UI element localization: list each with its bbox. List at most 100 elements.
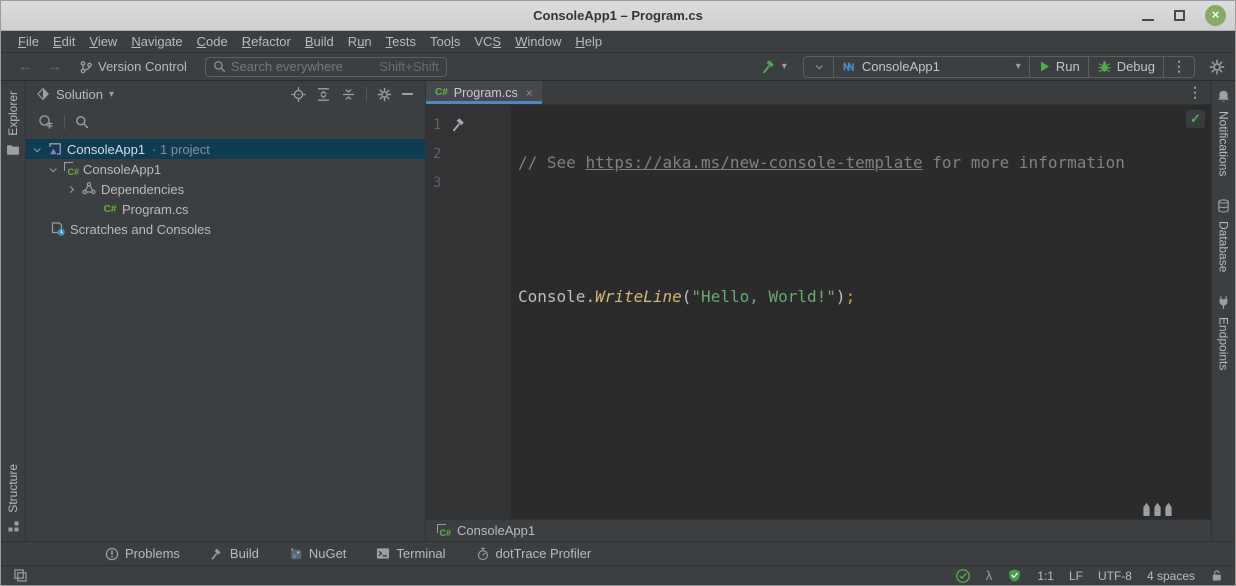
line-number: 1 <box>433 117 441 133</box>
tool-window-terminal-button[interactable]: Terminal <box>376 546 445 561</box>
build-solution-button[interactable]: ▾ <box>761 58 787 75</box>
debug-button[interactable]: Debug <box>1088 57 1163 77</box>
caret-position[interactable]: 1:1 <box>1037 569 1054 583</box>
file-encoding[interactable]: UTF-8 <box>1098 569 1132 583</box>
menu-edit[interactable]: Edit <box>46 34 82 49</box>
search-everywhere-box[interactable]: Search everywhere Shift+Shift <box>205 57 447 77</box>
run-gutter-hammer-icon[interactable] <box>451 116 468 133</box>
menu-tests[interactable]: Tests <box>379 34 423 49</box>
solution-icon <box>47 141 63 157</box>
highlighting-shield-icon[interactable] <box>1007 568 1022 583</box>
lambda-indicator-icon[interactable]: λ <box>986 568 993 583</box>
tree-item-label: ConsoleApp1 <box>83 162 161 177</box>
code-editor[interactable]: 1 2 3 // See https://aka.ms/new-console-… <box>426 105 1211 519</box>
structure-icon <box>7 520 20 533</box>
tree-item-project[interactable]: C# ConsoleApp1 <box>26 159 425 179</box>
breadcrumb: C# ConsoleApp1 <box>426 519 1211 541</box>
menu-file[interactable]: File <box>11 34 46 49</box>
csharp-file-icon: C# <box>102 201 118 217</box>
tree-item-dependencies[interactable]: Dependencies <box>26 179 425 199</box>
hammer-icon <box>761 58 778 75</box>
back-icon[interactable]: ← <box>11 58 40 75</box>
menu-view[interactable]: View <box>82 34 124 49</box>
tab-program-cs[interactable]: C# Program.cs × <box>426 81 542 104</box>
endpoints-icon <box>1216 295 1231 310</box>
expand-all-icon[interactable] <box>316 87 331 102</box>
menu-build[interactable]: Build <box>298 34 341 49</box>
menu-help[interactable]: Help <box>568 34 609 49</box>
tool-window-dottrace-button[interactable]: dotTrace Profiler <box>476 546 592 561</box>
panel-settings-gear-icon[interactable] <box>377 87 392 102</box>
menu-code[interactable]: Code <box>190 34 235 49</box>
divider <box>64 115 65 129</box>
menu-run[interactable]: Run <box>341 34 379 49</box>
inspections-ok-icon[interactable]: ✓ <box>1186 110 1205 128</box>
endpoints-stripe-label: Endpoints <box>1217 317 1231 370</box>
explorer-toolbar <box>26 107 425 137</box>
menu-tools[interactable]: Tools <box>423 34 467 49</box>
menu-navigate[interactable]: Navigate <box>124 34 189 49</box>
code-line <box>518 215 1211 244</box>
menu-refactor[interactable]: Refactor <box>235 34 298 49</box>
line-separator[interactable]: LF <box>1069 569 1083 583</box>
tool-window-nuget-button[interactable]: NuGet <box>289 546 347 561</box>
settings-gear-icon[interactable] <box>1209 59 1225 75</box>
indent-setting[interactable]: 4 spaces <box>1147 569 1195 583</box>
title-bar[interactable]: ConsoleApp1 – Program.cs × <box>1 1 1235 31</box>
explorer-header: Solution ▾ <box>26 81 425 107</box>
tool-windows-toggle-icon[interactable] <box>13 568 28 583</box>
tool-window-explorer-button[interactable]: Explorer <box>6 91 20 156</box>
problems-icon <box>105 547 119 561</box>
tool-window-database-button[interactable]: Database <box>1216 198 1231 272</box>
comment-link[interactable]: https://aka.ms/new-console-template <box>585 153 922 172</box>
tool-window-problems-button[interactable]: Problems <box>105 546 180 561</box>
tool-window-build-button[interactable]: Build <box>210 546 259 561</box>
run-button[interactable]: Run <box>1029 57 1088 77</box>
view-mode-icon[interactable] <box>38 114 54 130</box>
maximize-button[interactable] <box>1174 10 1185 21</box>
left-tool-window-stripe: Explorer Structure <box>1 81 26 541</box>
pens-icon[interactable] <box>1142 502 1173 517</box>
tool-window-structure-button[interactable]: Structure <box>6 464 20 533</box>
locate-file-icon[interactable] <box>291 87 306 102</box>
divider <box>366 87 367 101</box>
tree-item-solution[interactable]: ConsoleApp1 · 1 project <box>26 139 425 159</box>
build-ok-icon[interactable] <box>955 568 971 584</box>
chevron-down-icon[interactable] <box>34 145 41 152</box>
run-config-expand-button[interactable] <box>804 57 833 77</box>
database-icon <box>1216 198 1231 214</box>
more-run-options-button[interactable]: ⋮ <box>1163 57 1194 77</box>
tab-options-icon[interactable]: ⋮ <box>1188 84 1202 101</box>
chevron-down-icon[interactable]: ▾ <box>782 61 787 72</box>
run-configuration-group: ConsoleApp1 ▾ Run Debug ⋮ <box>803 56 1195 78</box>
scratches-icon <box>50 221 66 237</box>
close-button[interactable]: × <box>1205 5 1226 26</box>
csharp-project-icon: C# <box>63 161 79 177</box>
structure-stripe-label: Structure <box>6 464 20 513</box>
search-tree-icon[interactable] <box>75 115 89 129</box>
run-configuration-selector[interactable]: ConsoleApp1 ▾ <box>833 57 1029 77</box>
collapse-all-icon[interactable] <box>341 87 356 102</box>
minimize-button[interactable] <box>1142 11 1154 21</box>
explorer-view-title[interactable]: Solution <box>56 87 103 102</box>
hide-panel-icon[interactable] <box>402 93 413 95</box>
tool-window-endpoints-button[interactable]: Endpoints <box>1216 295 1231 370</box>
code-content[interactable]: // See https://aka.ms/new-console-templa… <box>511 105 1211 519</box>
tool-window-notifications-button[interactable]: Notifications <box>1216 89 1231 176</box>
version-control-widget[interactable]: Version Control <box>79 59 187 74</box>
search-shortcut-hint: Shift+Shift <box>379 59 439 74</box>
ide-window: ConsoleApp1 – Program.cs × File Edit Vie… <box>0 0 1236 586</box>
lock-icon[interactable] <box>1210 569 1223 582</box>
chevron-right-icon[interactable] <box>67 185 74 192</box>
chevron-down-icon[interactable] <box>50 165 57 172</box>
menu-vcs[interactable]: VCS <box>467 34 508 49</box>
tree-item-scratches[interactable]: Scratches and Consoles <box>26 219 425 239</box>
forward-icon[interactable]: → <box>40 58 69 75</box>
menu-window[interactable]: Window <box>508 34 568 49</box>
tab-label: Program.cs <box>454 86 518 100</box>
breadcrumb-item[interactable]: ConsoleApp1 <box>457 523 535 538</box>
close-tab-icon[interactable]: × <box>526 86 533 100</box>
dottrace-profiler-label: dotTrace Profiler <box>496 546 592 561</box>
chevron-down-icon[interactable]: ▾ <box>109 89 114 100</box>
tree-item-program-cs[interactable]: C# Program.cs <box>26 199 425 219</box>
